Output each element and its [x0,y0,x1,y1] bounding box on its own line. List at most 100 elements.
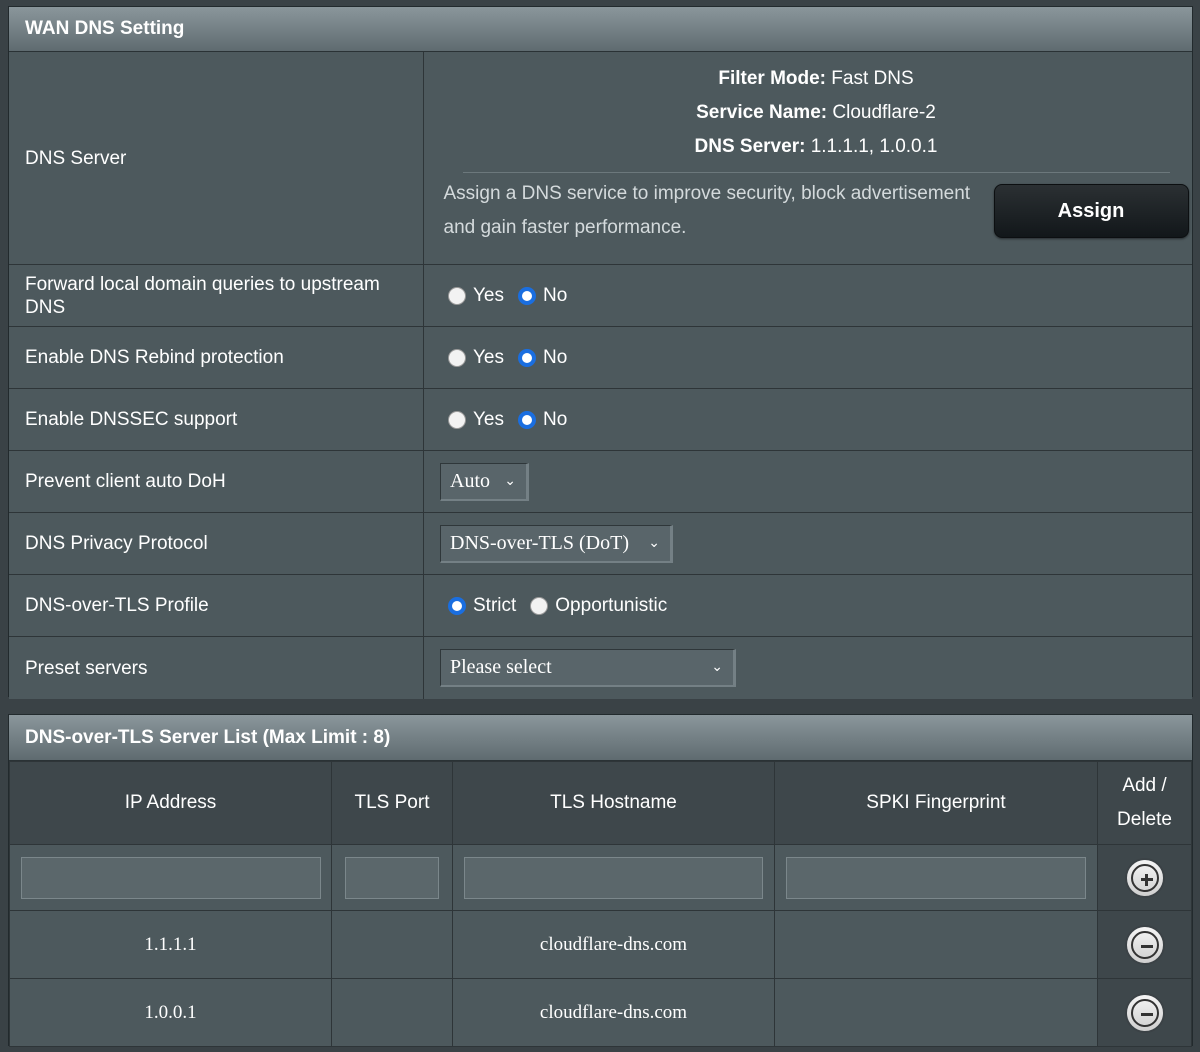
add-cell [1097,844,1192,911]
row-spki [774,910,1098,979]
forward-local-row: Forward local domain queries to upstream… [9,265,1192,327]
minus-circle-icon[interactable] [1124,992,1165,1033]
tls-profile-options: Strict Opportunistic [424,575,1192,636]
assign-description: Assign a DNS service to improve security… [443,183,971,238]
auto-doh-cell: Auto ⌄ [424,451,1192,512]
new-spki-cell [774,844,1098,911]
forward-local-no[interactable]: No [518,285,567,307]
dns-server-info: Filter Mode: Fast DNS Service Name: Clou… [424,52,1192,264]
dns-server-label: DNS Server [9,52,424,264]
rebind-options: Yes No [424,327,1192,388]
dnssec-no[interactable]: No [518,409,567,431]
privacy-protocol-label: DNS Privacy Protocol [9,513,424,574]
rebind-no-label: No [543,346,568,368]
privacy-protocol-select[interactable]: DNS-over-TLS (DoT) ⌄ [440,524,673,563]
tls-profile-label: DNS-over-TLS Profile [9,575,424,636]
chevron-down-icon: ⌄ [504,472,516,489]
radio-checked-icon[interactable] [518,410,536,429]
col-tls-port: TLS Port [331,761,453,845]
col-add-delete-line2: Delete [1117,809,1172,830]
tls-profile-strict[interactable]: Strict [448,595,516,617]
preset-servers-row: Preset servers Please select ⌄ [9,637,1192,699]
forward-local-yes-label: Yes [473,284,504,306]
tls-profile-opportunistic[interactable]: Opportunistic [530,595,667,617]
service-name-line: Service Name: Cloudflare-2 [696,96,936,130]
row-hostname: cloudflare-dns.com [452,978,775,1047]
server-list-title: DNS-over-TLS Server List (Max Limit : 8) [9,715,1192,761]
row-spki [774,978,1098,1047]
tls-profile-strict-label: Strict [473,594,517,616]
col-add-delete-line1: Add / [1122,775,1167,796]
dnssec-yes-label: Yes [473,408,504,430]
delete-cell [1097,910,1192,979]
auto-doh-row: Prevent client auto DoH Auto ⌄ [9,451,1192,513]
privacy-protocol-value: DNS-over-TLS (DoT) [450,531,630,554]
auto-doh-select[interactable]: Auto ⌄ [440,462,529,501]
wan-dns-title: WAN DNS Setting [9,7,1192,52]
dns-server-key: DNS Server: [694,136,806,157]
rebind-yes[interactable]: Yes [448,347,504,369]
radio-unchecked-icon[interactable] [448,410,466,429]
forward-local-options: Yes No [424,265,1192,326]
privacy-protocol-cell: DNS-over-TLS (DoT) ⌄ [424,513,1192,574]
dnssec-label: Enable DNSSEC support [9,389,424,450]
new-port-cell [331,844,453,911]
new-entry-row [9,844,1192,911]
auto-doh-label: Prevent client auto DoH [9,451,424,512]
new-ip-cell [9,844,332,911]
dns-server-value: 1.1.1.1, 1.0.0.1 [805,136,938,157]
wan-dns-panel: WAN DNS Setting DNS Server Filter Mode: … [8,6,1193,699]
row-ip: 1.1.1.1 [9,910,332,979]
filter-mode-key: Filter Mode: [718,68,827,89]
minus-circle-icon[interactable] [1124,924,1165,965]
radio-unchecked-icon[interactable] [530,596,549,615]
radio-unchecked-icon[interactable] [448,348,466,367]
assign-button[interactable]: Assign [993,184,1189,238]
table-header-row: IP Address TLS Port TLS Hostname SPKI Fi… [9,761,1192,845]
row-ip: 1.0.0.1 [9,978,332,1047]
col-spki-fingerprint: SPKI Fingerprint [774,761,1098,845]
col-add-delete: Add / Delete [1097,761,1192,845]
service-name-value: Cloudflare-2 [827,102,936,123]
row-port [331,910,453,979]
table-row: 1.0.0.1 cloudflare-dns.com [9,978,1192,1047]
preset-servers-cell: Please select ⌄ [424,637,1192,699]
new-ip-input[interactable] [20,856,321,899]
privacy-protocol-row: DNS Privacy Protocol DNS-over-TLS (DoT) … [9,513,1192,575]
forward-local-yes[interactable]: Yes [448,285,504,307]
dnssec-row: Enable DNSSEC support Yes No [9,389,1192,451]
dns-server-row: DNS Server Filter Mode: Fast DNS Service… [9,52,1192,265]
info-divider [462,172,1170,173]
server-list-table: IP Address TLS Port TLS Hostname SPKI Fi… [9,761,1192,1047]
radio-checked-icon[interactable] [518,348,536,367]
chevron-down-icon: ⌄ [711,659,723,675]
server-list-panel: DNS-over-TLS Server List (Max Limit : 8)… [8,714,1193,1047]
forward-local-label: Forward local domain queries to upstream… [9,265,424,326]
assign-area: Assign a DNS service to improve security… [444,177,1189,245]
delete-cell [1097,978,1192,1047]
rebind-no[interactable]: No [518,347,567,369]
preset-servers-label: Preset servers [9,637,424,699]
chevron-down-icon: ⌄ [648,534,660,551]
preset-servers-select[interactable]: Please select ⌄ [440,649,736,687]
new-hostname-input[interactable] [464,856,763,899]
table-row: 1.1.1.1 cloudflare-dns.com [9,910,1192,979]
dnssec-options: Yes No [424,389,1192,450]
col-tls-hostname: TLS Hostname [452,761,775,845]
dnssec-yes[interactable]: Yes [448,409,504,431]
new-port-input[interactable] [345,856,439,899]
new-spki-input[interactable] [786,856,1086,899]
radio-checked-icon[interactable] [448,596,466,615]
rebind-yes-label: Yes [473,346,504,368]
auto-doh-value: Auto [450,469,490,492]
radio-unchecked-icon[interactable] [448,286,466,305]
new-hostname-cell [452,844,775,911]
radio-checked-icon[interactable] [518,286,536,305]
rebind-row: Enable DNS Rebind protection Yes No [9,327,1192,389]
row-hostname: cloudflare-dns.com [452,910,775,979]
plus-circle-icon[interactable] [1124,857,1165,898]
col-ip-address: IP Address [9,761,332,845]
dnssec-no-label: No [543,408,568,430]
filter-mode-value: Fast DNS [826,68,914,89]
tls-profile-row: DNS-over-TLS Profile Strict Opportunisti… [9,575,1192,637]
